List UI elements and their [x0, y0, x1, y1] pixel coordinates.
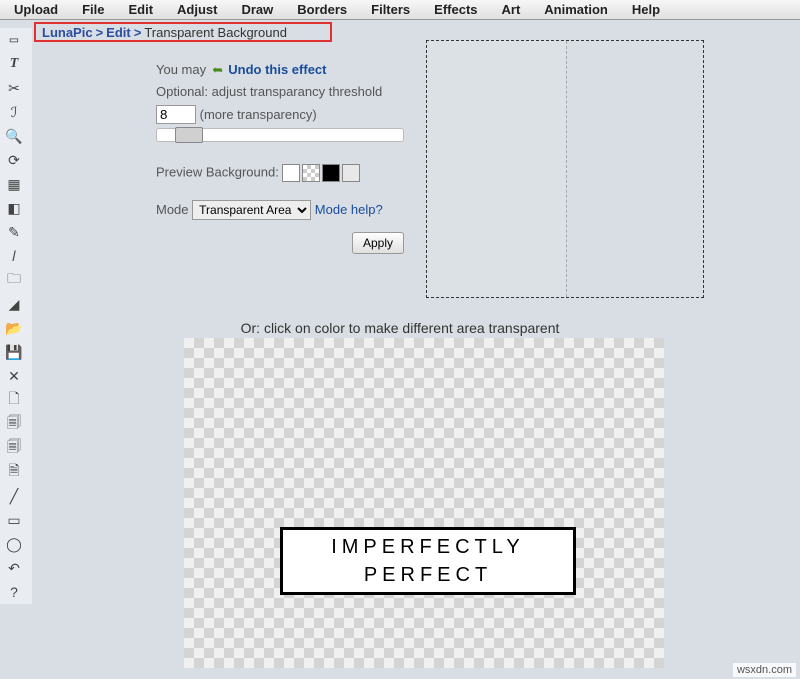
breadcrumb: LunaPic > Edit > Transparent Background: [34, 22, 332, 42]
breadcrumb-sep: >: [96, 25, 104, 40]
rect-icon[interactable]: ▭: [0, 508, 28, 532]
layers-icon[interactable]: 🗐: [0, 412, 28, 436]
preview-area[interactable]: [426, 40, 704, 298]
pages-icon[interactable]: 🗐: [0, 436, 28, 460]
copy-icon[interactable]: 🗎: [0, 460, 28, 484]
swatch-black[interactable]: [322, 164, 340, 182]
menu-filters[interactable]: Filters: [359, 0, 422, 19]
controls-panel: You may ➦ Undo this effect Optional: adj…: [156, 62, 416, 260]
mode-label: Mode: [156, 202, 189, 217]
folder-icon[interactable]: 🗀: [0, 268, 28, 292]
help-icon[interactable]: ?: [0, 580, 28, 604]
eraser-icon[interactable]: ◢: [0, 292, 28, 316]
stamp-line2: PERFECT: [364, 561, 492, 589]
close-icon[interactable]: ✕: [0, 364, 28, 388]
menu-adjust[interactable]: Adjust: [165, 0, 229, 19]
text-icon[interactable]: T: [0, 52, 28, 76]
youmay-label: You may: [156, 62, 206, 77]
swatch-grey[interactable]: [342, 164, 360, 182]
breadcrumb-sep: >: [134, 25, 142, 40]
page-icon[interactable]: 🗋: [0, 388, 28, 412]
swatch-white[interactable]: [282, 164, 300, 182]
threshold-input[interactable]: [156, 105, 196, 124]
breadcrumb-section[interactable]: Edit: [106, 25, 131, 40]
line-icon[interactable]: ╱: [0, 484, 28, 508]
undo-arrow-icon: ➦: [212, 62, 223, 78]
brush-icon[interactable]: ℐ: [0, 100, 28, 124]
eyedrop-icon[interactable]: ✎: [0, 220, 28, 244]
menu-borders[interactable]: Borders: [285, 0, 359, 19]
breadcrumb-root[interactable]: LunaPic: [42, 25, 93, 40]
threshold-slider[interactable]: [156, 128, 404, 142]
mode-select[interactable]: Transparent Area: [192, 200, 311, 220]
rotate-icon[interactable]: ⟳: [0, 148, 28, 172]
left-toolbar: ▭ T ✂ ℐ 🔍 ⟳ ▦ ◧ ✎ 𝑙 🗀 ◢ 📂 💾 ✕ 🗋 🗐 🗐 🗎 ╱ …: [0, 28, 32, 604]
select-icon[interactable]: ▭: [0, 28, 28, 52]
menu-draw[interactable]: Draw: [229, 0, 285, 19]
pencil-icon[interactable]: 𝑙: [0, 244, 28, 268]
menu-help[interactable]: Help: [620, 0, 672, 19]
stamp-line1: IMPERFECTLY: [331, 533, 525, 561]
zoom-icon[interactable]: 🔍: [0, 124, 28, 148]
circle-icon[interactable]: ◯: [0, 532, 28, 556]
menu-edit[interactable]: Edit: [116, 0, 165, 19]
menu-art[interactable]: Art: [490, 0, 533, 19]
more-transparency-label: (more transparency): [200, 107, 317, 122]
mode-help-link[interactable]: Mode help?: [315, 202, 383, 217]
apply-button[interactable]: Apply: [352, 232, 404, 254]
undo-link[interactable]: Undo this effect: [228, 62, 326, 77]
preview-bg-label: Preview Background:: [156, 164, 279, 179]
watermark: wsxdn.com: [733, 663, 796, 677]
image-canvas[interactable]: [184, 338, 664, 668]
cut-icon[interactable]: ✂: [0, 76, 28, 100]
menu-upload[interactable]: Upload: [2, 0, 70, 19]
gradient-icon[interactable]: ▦: [0, 172, 28, 196]
menu-file[interactable]: File: [70, 0, 116, 19]
menu-bar: Upload File Edit Adjust Draw Borders Fil…: [0, 0, 800, 20]
preview-inner: [427, 41, 567, 297]
menu-animation[interactable]: Animation: [532, 0, 620, 19]
slider-knob[interactable]: [175, 127, 203, 143]
sub-header: Or: click on color to make different are…: [0, 320, 800, 336]
fill-icon[interactable]: ◧: [0, 196, 28, 220]
optional-label: Optional: adjust transparancy threshold: [156, 84, 416, 99]
menu-effects[interactable]: Effects: [422, 0, 489, 19]
save-icon[interactable]: 💾: [0, 340, 28, 364]
image-text-stamp: IMPERFECTLY PERFECT: [280, 527, 576, 595]
swatch-checker[interactable]: [302, 164, 320, 182]
breadcrumb-page: Transparent Background: [144, 25, 287, 40]
undo-icon[interactable]: ↶: [0, 556, 28, 580]
